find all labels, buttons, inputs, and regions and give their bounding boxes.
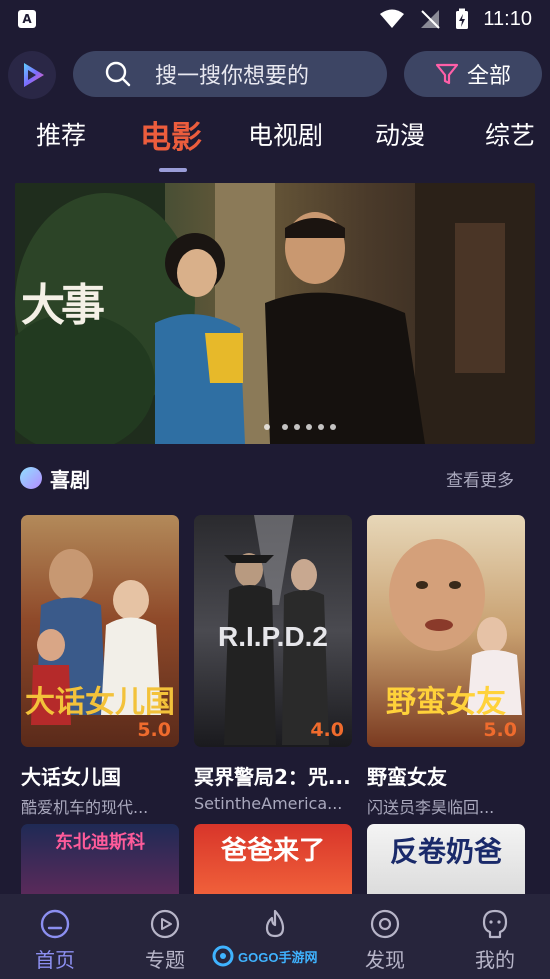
- movie-description: SetintheAmerica...: [194, 794, 343, 813]
- nav-label: 发现: [365, 948, 405, 972]
- tab-movies[interactable]: 电影: [140, 112, 202, 157]
- flame-icon: [265, 909, 285, 938]
- movie-description: 闪送员李昊临回...: [367, 798, 495, 817]
- movie-score: 5.0: [137, 719, 171, 741]
- app-logo[interactable]: [8, 51, 56, 99]
- search-input[interactable]: 搜一搜你想要的: [73, 51, 387, 97]
- app-header: 搜一搜你想要的 全部: [0, 50, 550, 99]
- movie-poster[interactable]: 爸爸来了: [194, 824, 352, 894]
- nav-profile[interactable]: 我的: [440, 894, 550, 979]
- movie-score: 4.0: [310, 719, 344, 741]
- nav-label: 专题: [145, 948, 185, 972]
- tab-anime[interactable]: 动漫: [375, 116, 425, 152]
- poster-title-art: 野蛮女友: [386, 685, 506, 720]
- movie-poster[interactable]: 东北迪斯科: [21, 824, 179, 894]
- watermark: GOGO手游网: [212, 942, 320, 970]
- poster-title-art: R.I.P.D.2: [218, 621, 328, 652]
- status-bar: A 11:10: [0, 0, 550, 38]
- target-icon: [370, 909, 400, 939]
- featured-banner[interactable]: 大事: [15, 183, 535, 444]
- battery-charging-icon: [456, 8, 469, 29]
- active-tab-indicator: [159, 168, 187, 172]
- section-title: 喜剧: [50, 467, 90, 492]
- movie-card[interactable]: 野蛮女友 5.0 野蛮女友 闪送员李昊临回...: [367, 515, 525, 818]
- logo-play-icon: [24, 63, 44, 87]
- movie-title: 野蛮女友: [367, 765, 447, 789]
- movie-title: 大话女儿国: [21, 765, 121, 789]
- movie-description: 酷爱机车的现代...: [21, 798, 149, 817]
- banner-title-art: 大事: [21, 280, 105, 331]
- status-time: 11:10: [483, 7, 532, 30]
- banner-dot: [294, 424, 300, 430]
- movie-poster[interactable]: 反卷奶爸: [367, 824, 525, 894]
- search-icon: [105, 61, 131, 87]
- status-indicators: 11:10: [379, 8, 532, 31]
- app-notification-icon: A: [18, 10, 36, 28]
- movie-poster[interactable]: 大话女儿国 5.0: [21, 515, 179, 747]
- movie-score: 5.0: [483, 719, 517, 741]
- movie-title: 冥界警局2：咒...: [194, 765, 351, 789]
- banner-dot: [318, 424, 324, 430]
- home-icon: [40, 909, 70, 939]
- poster-title-art: 反卷奶爸: [389, 835, 502, 868]
- poster-title-art: 爸爸来了: [220, 836, 325, 866]
- filter-label: 全部: [466, 64, 511, 89]
- banner-dot: [330, 424, 336, 430]
- nav-label: 我的: [475, 948, 515, 972]
- nav-home[interactable]: 首页: [0, 894, 110, 979]
- no-signal-icon: [421, 10, 441, 29]
- profile-icon: [482, 909, 508, 939]
- search-placeholder: 搜一搜你想要的: [155, 64, 310, 89]
- movie-card[interactable]: 大话女儿国 5.0 大话女儿国 酷爱机车的现代...: [21, 515, 179, 818]
- tab-recommend[interactable]: 推荐: [36, 116, 86, 152]
- nav-label: 首页: [35, 948, 75, 972]
- tab-variety[interactable]: 综艺: [485, 116, 535, 152]
- filter-icon: [435, 63, 459, 85]
- poster-title-art: 大话女儿国: [25, 685, 175, 720]
- nav-discover[interactable]: 发现: [330, 894, 440, 979]
- wifi-icon: [380, 9, 405, 28]
- banner-pagination: [15, 424, 535, 430]
- category-tabs: 推荐 电影 电视剧 动漫 综艺: [0, 108, 550, 172]
- banner-dot: [282, 424, 288, 430]
- watermark-text: GOGO手游网: [238, 949, 318, 965]
- nav-topics[interactable]: 专题: [110, 894, 220, 979]
- movie-poster[interactable]: 野蛮女友 5.0: [367, 515, 525, 747]
- watermark-logo-icon: [212, 945, 234, 967]
- tab-tv-series[interactable]: 电视剧: [248, 116, 323, 152]
- view-more-link[interactable]: 查看更多: [446, 466, 514, 491]
- filter-button[interactable]: 全部: [404, 51, 542, 97]
- movie-poster[interactable]: R.I.P.D.2 4.0: [194, 515, 352, 747]
- banner-dot: [264, 424, 270, 430]
- poster-title-art: 东北迪斯科: [55, 832, 145, 853]
- comedy-section-header: 喜剧 查看更多: [20, 460, 530, 496]
- banner-dot: [306, 424, 312, 430]
- section-dot-icon: [20, 467, 42, 489]
- play-circle-icon: [150, 909, 180, 939]
- movie-card[interactable]: R.I.P.D.2 4.0 冥界警局2：咒... SetintheAmerica…: [194, 515, 352, 813]
